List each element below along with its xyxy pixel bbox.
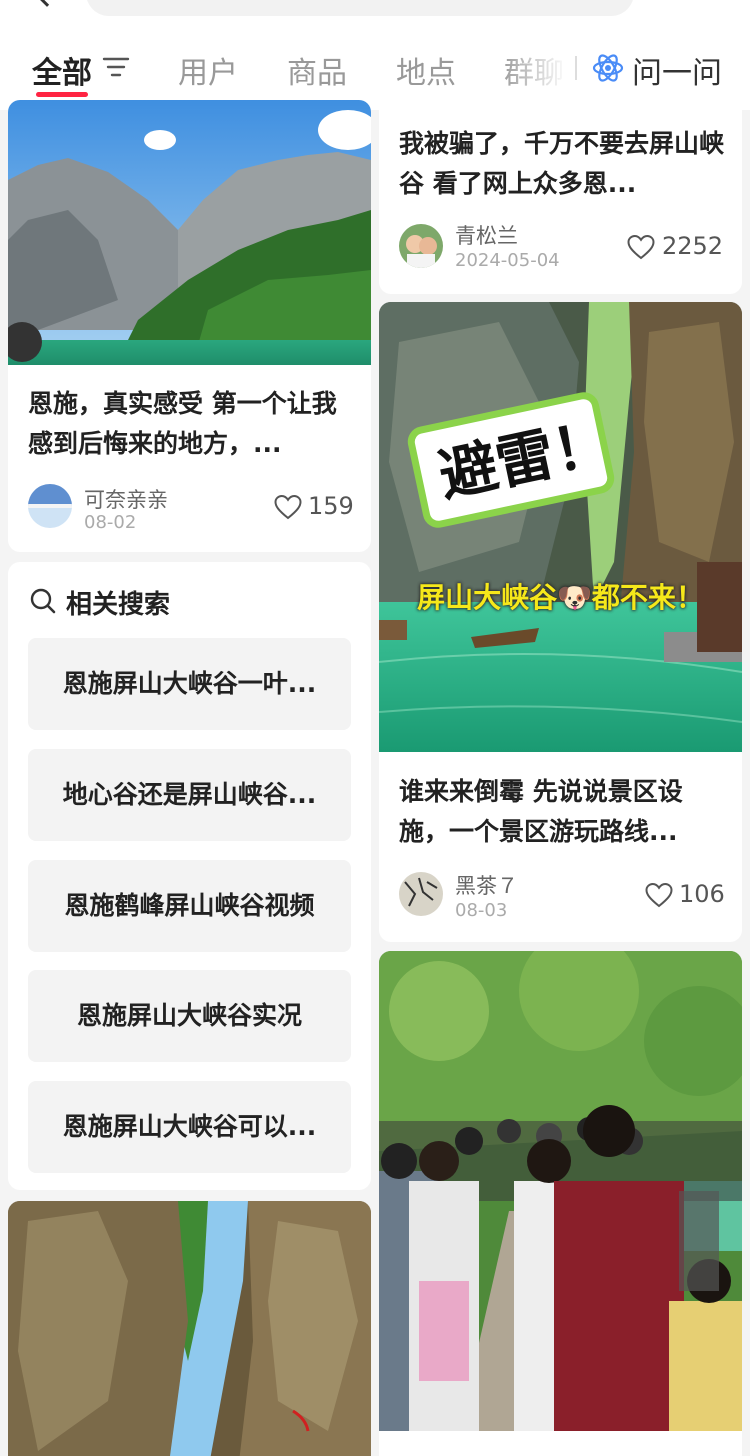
note-image[interactable] (379, 951, 742, 1431)
note-title: 恩施，真实感受 第一个让我感到后悔来的地方，... (28, 389, 337, 458)
ask-label[interactable]: 问一问 (632, 48, 722, 92)
related-search-item[interactable]: 恩施屏山大峡谷实况 (28, 970, 351, 1062)
author-name[interactable]: 可奈亲亲 (84, 484, 168, 514)
overlay-caption: 屏山大峡谷🐶都不来！ (417, 581, 704, 614)
top-bar: 全部 用户 商品 地点 群聊 问一问 (0, 0, 750, 110)
filter-icon[interactable] (102, 56, 130, 78)
note-image[interactable]: 避雷！ 屏山大峡谷🐶都不来！ (379, 302, 742, 752)
note-card-left-2[interactable] (8, 1201, 371, 1456)
like-count: 106 (679, 880, 725, 908)
author-name[interactable]: 青松兰 (455, 220, 518, 250)
note-title: 谁来来倒霉 先说说景区设施，一个景区游玩路线... (399, 777, 683, 846)
tab-places[interactable]: 地点 (396, 48, 456, 92)
active-tab-indicator (36, 92, 88, 97)
post-date: 08-02 (84, 512, 137, 533)
heart-icon[interactable] (274, 494, 302, 520)
note-card-right-1[interactable]: 我被骗了，千万不要去屏山峡谷 看了网上众多恩... 青松兰 2024-05-04… (379, 96, 742, 294)
avatar[interactable] (399, 872, 443, 916)
post-date: 2024-05-04 (455, 250, 560, 271)
avatar[interactable] (28, 484, 72, 528)
tab-fade (500, 40, 580, 96)
heart-icon[interactable] (627, 234, 655, 260)
back-icon[interactable] (37, 0, 57, 7)
note-image[interactable] (8, 100, 371, 365)
ask-icon[interactable] (592, 52, 624, 84)
related-search-item[interactable]: 恩施屏山大峡谷可以... (28, 1081, 351, 1173)
tab-divider (575, 56, 577, 80)
tab-goods[interactable]: 商品 (287, 48, 347, 92)
avatar[interactable] (399, 224, 443, 268)
related-title: 相关搜索 (66, 590, 171, 620)
note-image[interactable] (8, 1201, 371, 1456)
search-icon (30, 588, 56, 614)
related-search-item[interactable]: 恩施鹤峰屏山峡谷视频 (28, 860, 351, 952)
note-card-right-2[interactable]: 避雷！ 屏山大峡谷🐶都不来！ 谁来来倒霉 先说说景区设施，一个景区游玩路线...… (379, 302, 742, 942)
like-count: 159 (308, 492, 354, 520)
post-date: 08-03 (455, 900, 508, 921)
related-searches: 相关搜索 恩施屏山大峡谷一叶... 地心谷还是屏山峡谷... 恩施鹤峰屏山峡谷视… (8, 562, 371, 1190)
tab-users[interactable]: 用户 (178, 48, 238, 92)
related-search-item[interactable]: 恩施屏山大峡谷一叶... (28, 638, 351, 730)
like-count: 2252 (662, 232, 724, 260)
author-name[interactable]: 黑茶７ (455, 870, 518, 900)
note-card-right-3[interactable] (379, 951, 742, 1456)
search-input[interactable] (86, 0, 634, 16)
note-card-left-1[interactable]: 恩施，真实感受 第一个让我感到后悔来的地方，... 可奈亲亲 08-02 159 (8, 100, 371, 552)
tab-all[interactable]: 全部 (32, 48, 92, 92)
note-title: 我被骗了，千万不要去屏山峡谷 看了网上众多恩... (399, 129, 725, 198)
heart-icon[interactable] (645, 882, 673, 908)
related-search-item[interactable]: 地心谷还是屏山峡谷... (28, 749, 351, 841)
